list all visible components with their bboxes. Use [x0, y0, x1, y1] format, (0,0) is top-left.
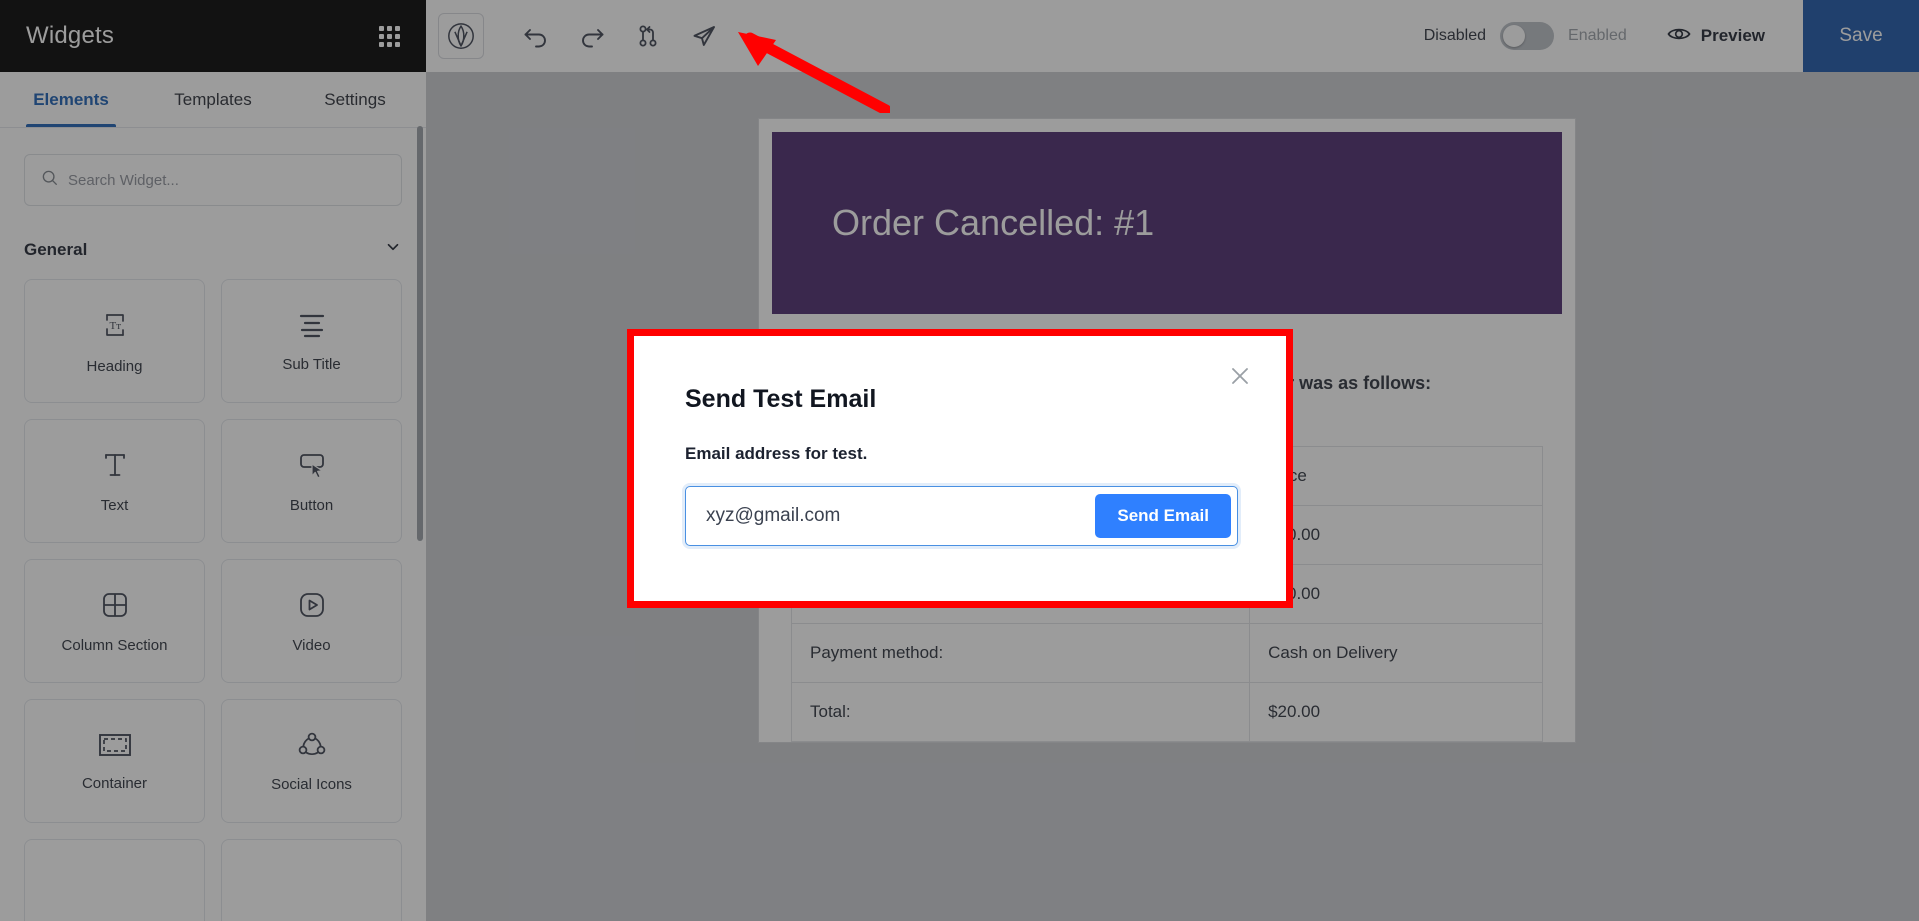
email-builder-app: Widgets Elements Templates Settings Sear…	[0, 0, 1919, 921]
email-field[interactable]	[686, 488, 1096, 544]
send-test-email-modal: Send Test Email Email address for test. …	[627, 329, 1293, 608]
modal-title: Send Test Email	[685, 385, 877, 413]
email-input-row[interactable]: Send Email	[685, 486, 1238, 546]
send-email-button[interactable]: Send Email	[1095, 494, 1231, 538]
modal-content: Send Test Email Email address for test. …	[627, 329, 1293, 608]
close-icon[interactable]	[1225, 361, 1255, 391]
modal-description: Email address for test.	[685, 444, 868, 463]
